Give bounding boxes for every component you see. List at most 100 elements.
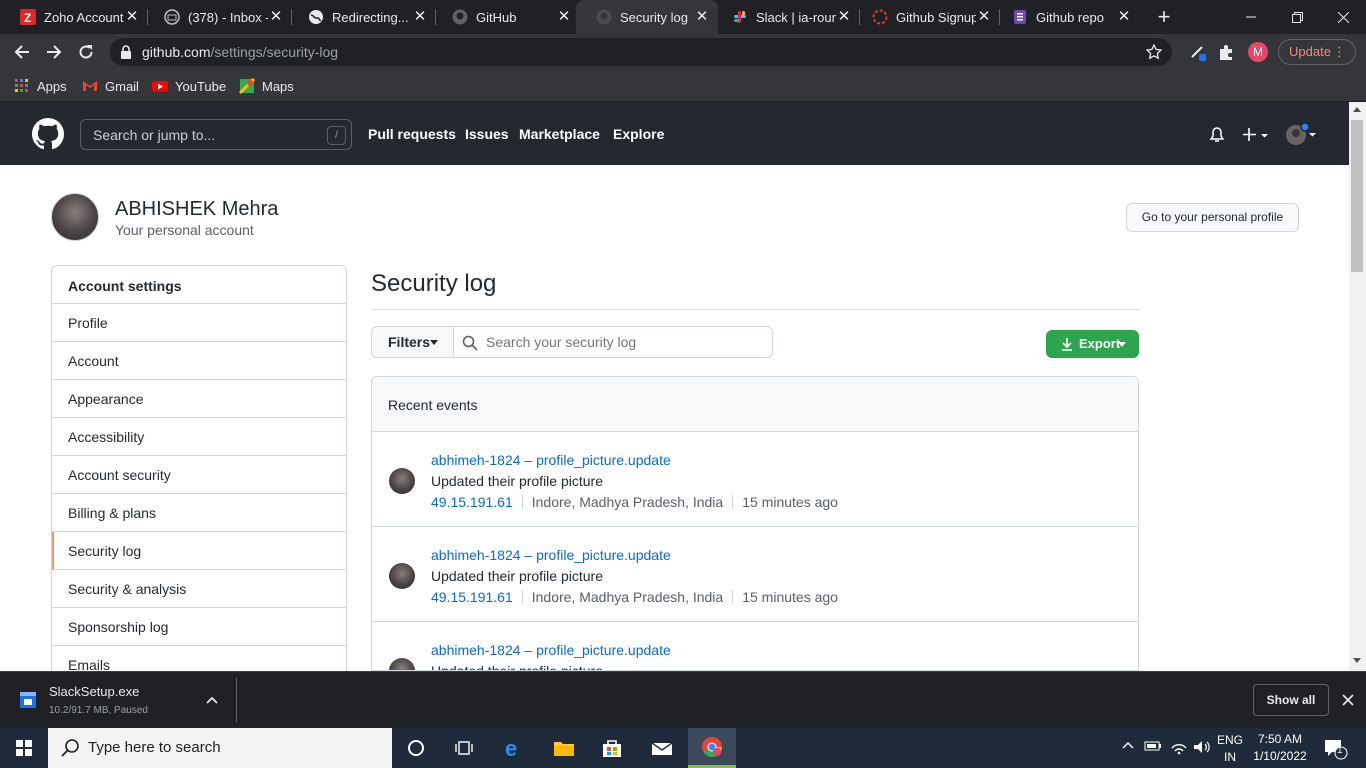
cortana-icon[interactable]: [392, 728, 440, 768]
window-close-icon[interactable]: [1320, 0, 1366, 34]
close-icon[interactable]: ✕: [1116, 9, 1132, 25]
address-bar[interactable]: github.com/settings/security-log: [110, 38, 1172, 66]
scroll-down-icon[interactable]: [1353, 658, 1361, 664]
show-hidden-icons-chevron-icon[interactable]: [1122, 741, 1134, 749]
show-all-button[interactable]: Show all: [1253, 684, 1329, 716]
update-button[interactable]: Update ⋮: [1278, 39, 1356, 65]
action-center-icon[interactable]: 1: [1324, 738, 1348, 760]
close-icon[interactable]: ✕: [556, 9, 572, 25]
event-action-link[interactable]: profile_picture.update: [536, 642, 671, 658]
sidebar-item-sponsorship-log[interactable]: Sponsorship log: [52, 608, 346, 646]
edge-icon[interactable]: e: [490, 728, 538, 768]
list-item: abhimeh-1824 – profile_picture.update Up…: [372, 527, 1138, 622]
sidebar-header: Account settings: [52, 266, 346, 304]
github-logo-icon[interactable]: [32, 118, 64, 150]
restore-icon[interactable]: [1274, 0, 1320, 34]
tab-zoho[interactable]: Z Zoho Accounts ✕: [0, 0, 148, 34]
github-search-input[interactable]: Search or jump to... /: [80, 119, 352, 150]
avatar[interactable]: [389, 563, 415, 589]
event-ip-link[interactable]: 49.15.191.61: [431, 589, 513, 605]
go-to-profile-button[interactable]: Go to your personal profile: [1126, 203, 1299, 232]
close-icon[interactable]: ✕: [124, 9, 140, 25]
close-icon[interactable]: ✕: [976, 9, 992, 25]
scrollbar-thumb[interactable]: [1351, 120, 1363, 272]
tab-title: Security log: [620, 9, 688, 25]
bookmark-apps[interactable]: Apps: [14, 76, 67, 96]
notifications-bell-icon[interactable]: [1209, 127, 1225, 143]
volume-icon[interactable]: [1193, 739, 1211, 755]
extensions-puzzle-icon[interactable]: [1214, 40, 1238, 64]
back-arrow-icon[interactable]: [10, 40, 34, 64]
file-explorer-icon[interactable]: [540, 728, 588, 768]
tab-strip: Z Zoho Accounts ✕ (378) - Inbox - ✕ Redi…: [0, 0, 1366, 34]
sidebar-item-profile[interactable]: Profile: [52, 304, 346, 342]
minimize-icon[interactable]: [1228, 0, 1274, 34]
github-icon: [596, 9, 612, 25]
sidebar-item-appearance[interactable]: Appearance: [52, 380, 346, 418]
avatar[interactable]: [51, 193, 99, 241]
nav-issues[interactable]: Issues: [465, 126, 509, 142]
user-avatar-menu[interactable]: [1284, 123, 1320, 147]
tab-github-repo[interactable]: Github repo ✕: [992, 0, 1140, 34]
reload-icon[interactable]: [74, 40, 98, 64]
language-indicator[interactable]: ENG IN: [1212, 733, 1248, 764]
nav-marketplace[interactable]: Marketplace: [519, 126, 600, 142]
clock[interactable]: 7:50 AM 1/10/2022: [1250, 732, 1310, 763]
bookmark-youtube[interactable]: YouTube: [152, 76, 226, 96]
store-icon[interactable]: [588, 728, 636, 768]
export-button[interactable]: Export: [1046, 330, 1139, 358]
tab-title: Slack | ia-round: [756, 9, 836, 25]
tab-title: GitHub: [476, 9, 517, 25]
bookmark-maps[interactable]: Maps: [239, 76, 294, 96]
new-tab-icon[interactable]: +: [1154, 6, 1174, 28]
sidebar-item-account-security[interactable]: Account security: [52, 456, 346, 494]
tab-title: (378) - Inbox -: [188, 9, 268, 25]
scroll-up-icon[interactable]: [1353, 106, 1361, 112]
tab-slack[interactable]: Slack | ia-round ✕: [712, 0, 860, 34]
tab-inbox[interactable]: (378) - Inbox - ✕: [144, 0, 292, 34]
download-file-name[interactable]: SlackSetup.exe: [49, 684, 139, 699]
bookmark-star-icon[interactable]: [1146, 44, 1162, 60]
event-ip-link[interactable]: 49.15.191.61: [431, 494, 513, 510]
nav-pull-requests[interactable]: Pull requests: [368, 126, 456, 142]
tab-github[interactable]: GitHub ✕: [432, 0, 580, 34]
close-icon[interactable]: [1342, 694, 1354, 706]
mail-icon[interactable]: [638, 728, 686, 768]
filters-dropdown[interactable]: Filters: [371, 326, 454, 358]
event-user-link[interactable]: abhimeh-1824: [431, 642, 521, 658]
security-log-search-input[interactable]: Search your security log: [453, 326, 773, 358]
chrome-profile-avatar[interactable]: M: [1248, 42, 1268, 62]
nav-explore[interactable]: Explore: [613, 126, 664, 142]
page-scrollbar[interactable]: [1349, 102, 1366, 671]
create-new-plus-icon[interactable]: [1242, 126, 1270, 144]
avatar[interactable]: [389, 658, 415, 670]
chevron-up-icon[interactable]: [206, 696, 218, 704]
github-icon: [452, 9, 468, 25]
chrome-taskbar-icon[interactable]: [688, 728, 736, 768]
extension-pen-icon[interactable]: [1186, 40, 1210, 64]
close-icon[interactable]: ✕: [412, 9, 428, 25]
bookmark-gmail[interactable]: Gmail: [82, 76, 139, 96]
forward-arrow-icon[interactable]: [42, 40, 66, 64]
close-icon[interactable]: ✕: [836, 9, 852, 25]
battery-icon[interactable]: [1144, 740, 1162, 752]
tab-redirecting[interactable]: Redirecting... ✕: [288, 0, 436, 34]
event-action-link[interactable]: profile_picture.update: [536, 547, 671, 563]
sidebar-item-account[interactable]: Account: [52, 342, 346, 380]
task-view-icon[interactable]: [440, 728, 488, 768]
taskbar-search-input[interactable]: Type here to search: [48, 728, 392, 768]
close-icon[interactable]: ✕: [694, 9, 710, 25]
event-user-link[interactable]: abhimeh-1824: [431, 452, 521, 468]
sidebar-item-security-log[interactable]: Security log: [52, 532, 346, 570]
tab-github-signup[interactable]: Github Signup ✕: [852, 0, 1000, 34]
event-action-link[interactable]: profile_picture.update: [536, 452, 671, 468]
close-icon[interactable]: ✕: [268, 9, 284, 25]
wifi-icon[interactable]: [1170, 739, 1188, 755]
windows-start-icon[interactable]: [0, 728, 48, 768]
event-user-link[interactable]: abhimeh-1824: [431, 547, 521, 563]
sidebar-item-accessibility[interactable]: Accessibility: [52, 418, 346, 456]
avatar[interactable]: [389, 468, 415, 494]
sidebar-item-billing[interactable]: Billing & plans: [52, 494, 346, 532]
tab-security-log[interactable]: Security log ✕: [576, 0, 718, 34]
sidebar-item-security-analysis[interactable]: Security & analysis: [52, 570, 346, 608]
